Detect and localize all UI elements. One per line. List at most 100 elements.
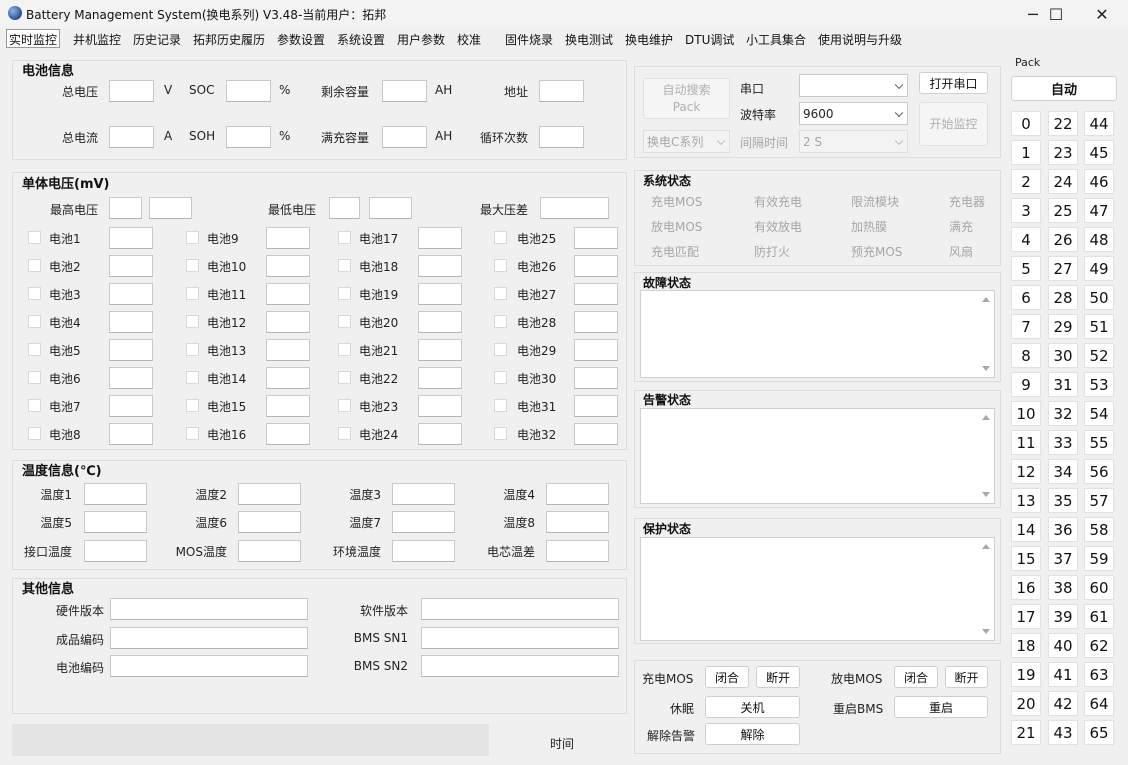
pack-button-21[interactable]: 21 — [1011, 720, 1041, 745]
pack-button-59[interactable]: 59 — [1084, 546, 1114, 571]
pack-button-55[interactable]: 55 — [1084, 430, 1114, 455]
pack-button-61[interactable]: 61 — [1084, 604, 1114, 629]
pack-button-3[interactable]: 3 — [1011, 198, 1041, 223]
cell-21-field[interactable] — [418, 339, 462, 361]
series-select[interactable]: 换电C系列 — [643, 130, 730, 153]
cell-11-checkbox[interactable] — [186, 287, 199, 300]
charge-mos-close-button[interactable]: 闭合 — [705, 666, 749, 688]
pack-button-24[interactable]: 24 — [1048, 169, 1078, 194]
cell-30-checkbox[interactable] — [494, 371, 507, 384]
alarm-status-list[interactable] — [640, 408, 995, 504]
cell-4-field[interactable] — [109, 311, 153, 333]
protect-status-list[interactable] — [640, 537, 995, 641]
pack-button-28[interactable]: 28 — [1048, 285, 1078, 310]
cell-19-checkbox[interactable] — [338, 287, 351, 300]
cell-27-checkbox[interactable] — [494, 287, 507, 300]
temp-7-field[interactable] — [392, 511, 455, 533]
cell-30-field[interactable] — [574, 367, 618, 389]
tab-1[interactable]: 实时监控 — [6, 29, 61, 48]
cell-23-field[interactable] — [418, 395, 462, 417]
address-field[interactable] — [539, 80, 584, 102]
pack-button-13[interactable]: 13 — [1011, 488, 1041, 513]
temp-8-field[interactable] — [546, 511, 609, 533]
cell-24-checkbox[interactable] — [338, 427, 351, 440]
cell-14-field[interactable] — [266, 367, 310, 389]
pack-button-16[interactable]: 16 — [1011, 575, 1041, 600]
pack-auto-button[interactable]: 自动 — [1011, 76, 1117, 101]
cell-9-checkbox[interactable] — [186, 231, 199, 244]
temp-1-field[interactable] — [84, 483, 147, 505]
pack-button-6[interactable]: 6 — [1011, 285, 1041, 310]
pack-button-44[interactable]: 44 — [1084, 111, 1114, 136]
tab-13[interactable]: 小工具集合 — [744, 30, 808, 49]
cell-9-field[interactable] — [266, 227, 310, 249]
tab-9[interactable]: 固件烧录 — [503, 30, 555, 49]
shutdown-button[interactable]: 关机 — [705, 696, 800, 718]
product-code-field[interactable] — [110, 627, 308, 649]
scroll-down-icon[interactable] — [982, 366, 990, 371]
temp-9-field[interactable] — [84, 540, 147, 562]
cell-32-checkbox[interactable] — [494, 427, 507, 440]
fault-status-list[interactable] — [640, 290, 995, 378]
scroll-down-icon[interactable] — [982, 492, 990, 497]
tab-2[interactable]: 并机监控 — [71, 30, 123, 49]
cell-6-checkbox[interactable] — [28, 371, 41, 384]
cell-28-field[interactable] — [574, 311, 618, 333]
cell-25-field[interactable] — [574, 227, 618, 249]
temp-11-field[interactable] — [392, 540, 455, 562]
pack-button-19[interactable]: 19 — [1011, 662, 1041, 687]
cell-6-field[interactable] — [109, 367, 153, 389]
tab-6[interactable]: 系统设置 — [335, 30, 387, 49]
pack-button-25[interactable]: 25 — [1048, 198, 1078, 223]
tab-14[interactable]: 使用说明与升级 — [816, 30, 904, 49]
cell-22-field[interactable] — [418, 367, 462, 389]
pack-button-41[interactable]: 41 — [1048, 662, 1078, 687]
cell-13-field[interactable] — [266, 339, 310, 361]
pack-button-33[interactable]: 33 — [1048, 430, 1078, 455]
pack-button-15[interactable]: 15 — [1011, 546, 1041, 571]
scroll-up-icon[interactable] — [982, 544, 990, 549]
total-voltage-field[interactable] — [109, 80, 154, 102]
charge-mos-open-button[interactable]: 断开 — [756, 666, 800, 688]
cell-15-field[interactable] — [266, 395, 310, 417]
cell-17-field[interactable] — [418, 227, 462, 249]
pack-button-38[interactable]: 38 — [1048, 575, 1078, 600]
soh-field[interactable] — [226, 126, 271, 148]
soc-field[interactable] — [226, 80, 271, 102]
pack-button-43[interactable]: 43 — [1048, 720, 1078, 745]
pack-button-18[interactable]: 18 — [1011, 633, 1041, 658]
discharge-mos-open-button[interactable]: 断开 — [945, 666, 988, 688]
pack-button-37[interactable]: 37 — [1048, 546, 1078, 571]
pack-button-40[interactable]: 40 — [1048, 633, 1078, 658]
pack-button-26[interactable]: 26 — [1048, 227, 1078, 252]
cell-8-field[interactable] — [109, 423, 153, 445]
cell-8-checkbox[interactable] — [28, 427, 41, 440]
pack-button-56[interactable]: 56 — [1084, 459, 1114, 484]
pack-button-8[interactable]: 8 — [1011, 343, 1041, 368]
cell-25-checkbox[interactable] — [494, 231, 507, 244]
tab-10[interactable]: 换电测试 — [563, 30, 615, 49]
cell-13-checkbox[interactable] — [186, 343, 199, 356]
maximize-icon[interactable]: ☐ — [1033, 0, 1079, 28]
full-capacity-field[interactable] — [382, 126, 427, 148]
pack-button-60[interactable]: 60 — [1084, 575, 1114, 600]
cell-18-field[interactable] — [418, 255, 462, 277]
cell-20-field[interactable] — [418, 311, 462, 333]
pack-button-9[interactable]: 9 — [1011, 372, 1041, 397]
cell-17-checkbox[interactable] — [338, 231, 351, 244]
pack-button-47[interactable]: 47 — [1084, 198, 1114, 223]
pack-button-14[interactable]: 14 — [1011, 517, 1041, 542]
cell-2-field[interactable] — [109, 255, 153, 277]
bms-sn2-field[interactable] — [421, 655, 619, 677]
pack-button-17[interactable]: 17 — [1011, 604, 1041, 629]
tab-3[interactable]: 历史记录 — [131, 30, 183, 49]
clear-alarm-button[interactable]: 解除 — [705, 723, 800, 745]
pack-button-46[interactable]: 46 — [1084, 169, 1114, 194]
cell-31-checkbox[interactable] — [494, 399, 507, 412]
remaining-capacity-field[interactable] — [382, 80, 427, 102]
bms-sn1-field[interactable] — [421, 627, 619, 649]
cell-18-checkbox[interactable] — [338, 259, 351, 272]
min-voltage-field[interactable] — [329, 197, 360, 219]
cell-10-field[interactable] — [266, 255, 310, 277]
pack-button-10[interactable]: 10 — [1011, 401, 1041, 426]
